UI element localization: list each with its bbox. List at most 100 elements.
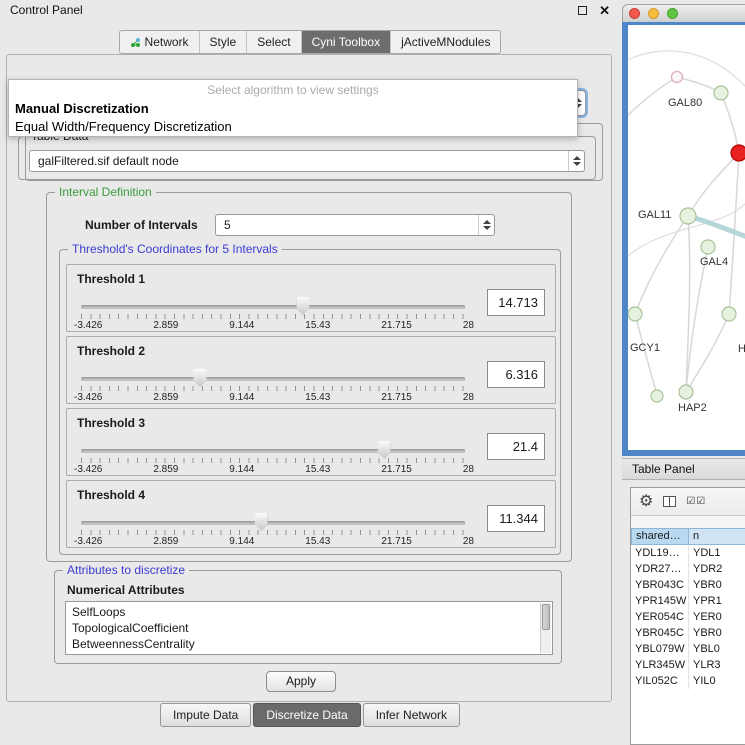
cell[interactable]: YBR043C — [631, 577, 689, 593]
list-item[interactable]: BetweennessCentrality — [72, 636, 552, 652]
cell[interactable]: YBL079W — [631, 641, 689, 657]
cell[interactable]: YIL0 — [689, 673, 745, 689]
threshold-2-value-field[interactable]: 6.316 — [487, 361, 545, 388]
node-attribute-table[interactable]: shared… n YDL19…YDL1 YDR27…YDR2 YBR043CY… — [631, 528, 745, 744]
node-gal80[interactable] — [714, 86, 728, 100]
table-row[interactable]: YBR043CYBR0 — [631, 577, 745, 593]
column-header-shared-name[interactable]: shared… — [631, 528, 689, 545]
cell[interactable]: YDR27… — [631, 561, 689, 577]
tab-infer-network[interactable]: Infer Network — [363, 703, 460, 727]
number-of-intervals-value: 5 — [224, 218, 231, 232]
slider-ticks — [81, 314, 465, 319]
table-row[interactable]: YDL19…YDL1 — [631, 545, 745, 561]
table-row[interactable]: YLR345WYLR3 — [631, 657, 745, 673]
dropdown-option-manual-discretization[interactable]: Manual Discretization — [15, 101, 149, 116]
combo-arrows-icon[interactable] — [478, 215, 494, 235]
tab-cyni-toolbox[interactable]: Cyni Toolbox — [301, 31, 390, 53]
numerical-attributes-list[interactable]: SelfLoops TopologicalCoefficient Between… — [65, 601, 553, 655]
node-gal4[interactable] — [701, 240, 715, 254]
tab-discretize-data[interactable]: Discretize Data — [253, 703, 360, 727]
cell[interactable]: YDL19… — [631, 545, 689, 561]
gear-icon[interactable]: ⚙ — [639, 494, 653, 510]
cell[interactable]: YDR2 — [689, 561, 745, 577]
cell[interactable]: YER054C — [631, 609, 689, 625]
selected-node[interactable] — [731, 145, 745, 161]
cell[interactable]: YDL1 — [689, 545, 745, 561]
table-panel-header[interactable]: Table Panel — [622, 458, 745, 480]
table-row[interactable]: YBL079WYBL0 — [631, 641, 745, 657]
node-gal11[interactable] — [680, 208, 696, 224]
cell[interactable]: YPR145W — [631, 593, 689, 609]
node[interactable] — [672, 72, 683, 83]
cell[interactable]: YIL052C — [631, 673, 689, 689]
close-icon[interactable]: ✕ — [599, 4, 610, 17]
combo-arrows-icon[interactable] — [568, 151, 584, 171]
scale-tick-label: 9.144 — [229, 392, 254, 403]
zoom-traffic-light-icon[interactable] — [667, 8, 678, 19]
scale-tick-label: -3.426 — [74, 464, 102, 475]
cell[interactable]: YLR345W — [631, 657, 689, 673]
scale-tick-label: 28 — [463, 392, 474, 403]
tab-network[interactable]: Network — [120, 31, 199, 53]
threshold-2-panel: Threshold 2 -3.426 2.859 9.144 15.43 21.… — [66, 336, 556, 404]
threshold-4-slider[interactable]: -3.426 2.859 9.144 15.43 21.715 28 — [81, 511, 465, 549]
table-row[interactable]: YPR145WYPR1 — [631, 593, 745, 609]
threshold-3-slider[interactable]: -3.426 2.859 9.144 15.43 21.715 28 — [81, 439, 465, 477]
threshold-2-slider[interactable]: -3.426 2.859 9.144 15.43 21.715 28 — [81, 367, 465, 405]
slider-thumb[interactable] — [255, 513, 268, 531]
cell[interactable]: YBR0 — [689, 625, 745, 641]
list-scrollbar[interactable] — [540, 603, 551, 653]
columns-icon[interactable] — [663, 496, 676, 507]
tab-cyni-toolbox-label: Cyni Toolbox — [312, 35, 380, 49]
table-row[interactable]: YBR045CYBR0 — [631, 625, 745, 641]
tab-jactivemnodules[interactable]: jActiveMNodules — [390, 31, 500, 53]
tab-impute-data[interactable]: Impute Data — [160, 703, 251, 727]
cell[interactable]: YPR1 — [689, 593, 745, 609]
column-header-name[interactable]: n — [689, 528, 745, 545]
table-row[interactable]: YIL052CYIL0 — [631, 673, 745, 689]
minimize-traffic-light-icon[interactable] — [648, 8, 659, 19]
network-window-titlebar[interactable] — [622, 4, 745, 22]
cell[interactable]: YBR045C — [631, 625, 689, 641]
scale-tick-label: 28 — [463, 320, 474, 331]
apply-button[interactable]: Apply — [266, 671, 336, 692]
desktop: Control Panel ✕ Network Style Select Cyn… — [0, 0, 745, 745]
network-canvas[interactable]: GAL80 GAL11 GAL4 GCY1 HAP2 H — [628, 25, 745, 453]
tab-style[interactable]: Style — [199, 31, 247, 53]
table-panel-window: ⚙ ☑☑ shared… n YDL19…YDL1 YDR27…YDR2 YBR… — [630, 487, 745, 745]
threshold-2-label: Threshold 2 — [77, 344, 145, 358]
threshold-4-panel: Threshold 4 -3.426 2.859 9.144 15.43 21.… — [66, 480, 556, 548]
node[interactable] — [651, 390, 663, 402]
table-row[interactable]: YER054CYER0 — [631, 609, 745, 625]
window-title: Control Panel — [10, 3, 83, 17]
cell[interactable]: YLR3 — [689, 657, 745, 673]
close-traffic-light-icon[interactable] — [629, 8, 640, 19]
table-data-combobox[interactable]: galFiltered.sif default node — [29, 150, 585, 172]
cell[interactable]: YBR0 — [689, 577, 745, 593]
cell[interactable]: YBL0 — [689, 641, 745, 657]
threshold-1-value-field[interactable]: 14.713 — [487, 289, 545, 316]
node[interactable] — [722, 307, 736, 321]
threshold-4-value-field[interactable]: 11.344 — [487, 505, 545, 532]
network-tab-icon — [130, 37, 141, 48]
select-columns-icons[interactable]: ☑☑ — [686, 496, 706, 507]
list-item[interactable]: SelfLoops — [72, 604, 552, 620]
table-panel-toolbar: ⚙ ☑☑ — [631, 488, 745, 516]
list-item[interactable]: TopologicalCoefficient — [72, 620, 552, 636]
slider-thumb[interactable] — [296, 297, 309, 315]
node-gcy1[interactable] — [628, 307, 642, 321]
tab-select[interactable]: Select — [246, 31, 300, 53]
threshold-1-slider[interactable]: -3.426 2.859 9.144 15.43 21.715 28 — [81, 295, 465, 333]
slider-thumb[interactable] — [378, 441, 391, 459]
slider-scale: -3.426 2.859 9.144 15.43 21.715 28 — [74, 536, 474, 547]
table-header-row: shared… n — [631, 528, 745, 545]
slider-thumb[interactable] — [194, 369, 207, 387]
threshold-3-value-field[interactable]: 21.4 — [487, 433, 545, 460]
number-of-intervals-combobox[interactable]: 5 — [215, 214, 495, 236]
dropdown-option-equal-width-frequency[interactable]: Equal Width/Frequency Discretization — [15, 119, 232, 134]
cell[interactable]: YER0 — [689, 609, 745, 625]
table-row[interactable]: YDR27…YDR2 — [631, 561, 745, 577]
float-window-icon[interactable] — [578, 6, 587, 15]
scrollbar-thumb[interactable] — [542, 604, 550, 630]
node-hap2[interactable] — [679, 385, 693, 399]
